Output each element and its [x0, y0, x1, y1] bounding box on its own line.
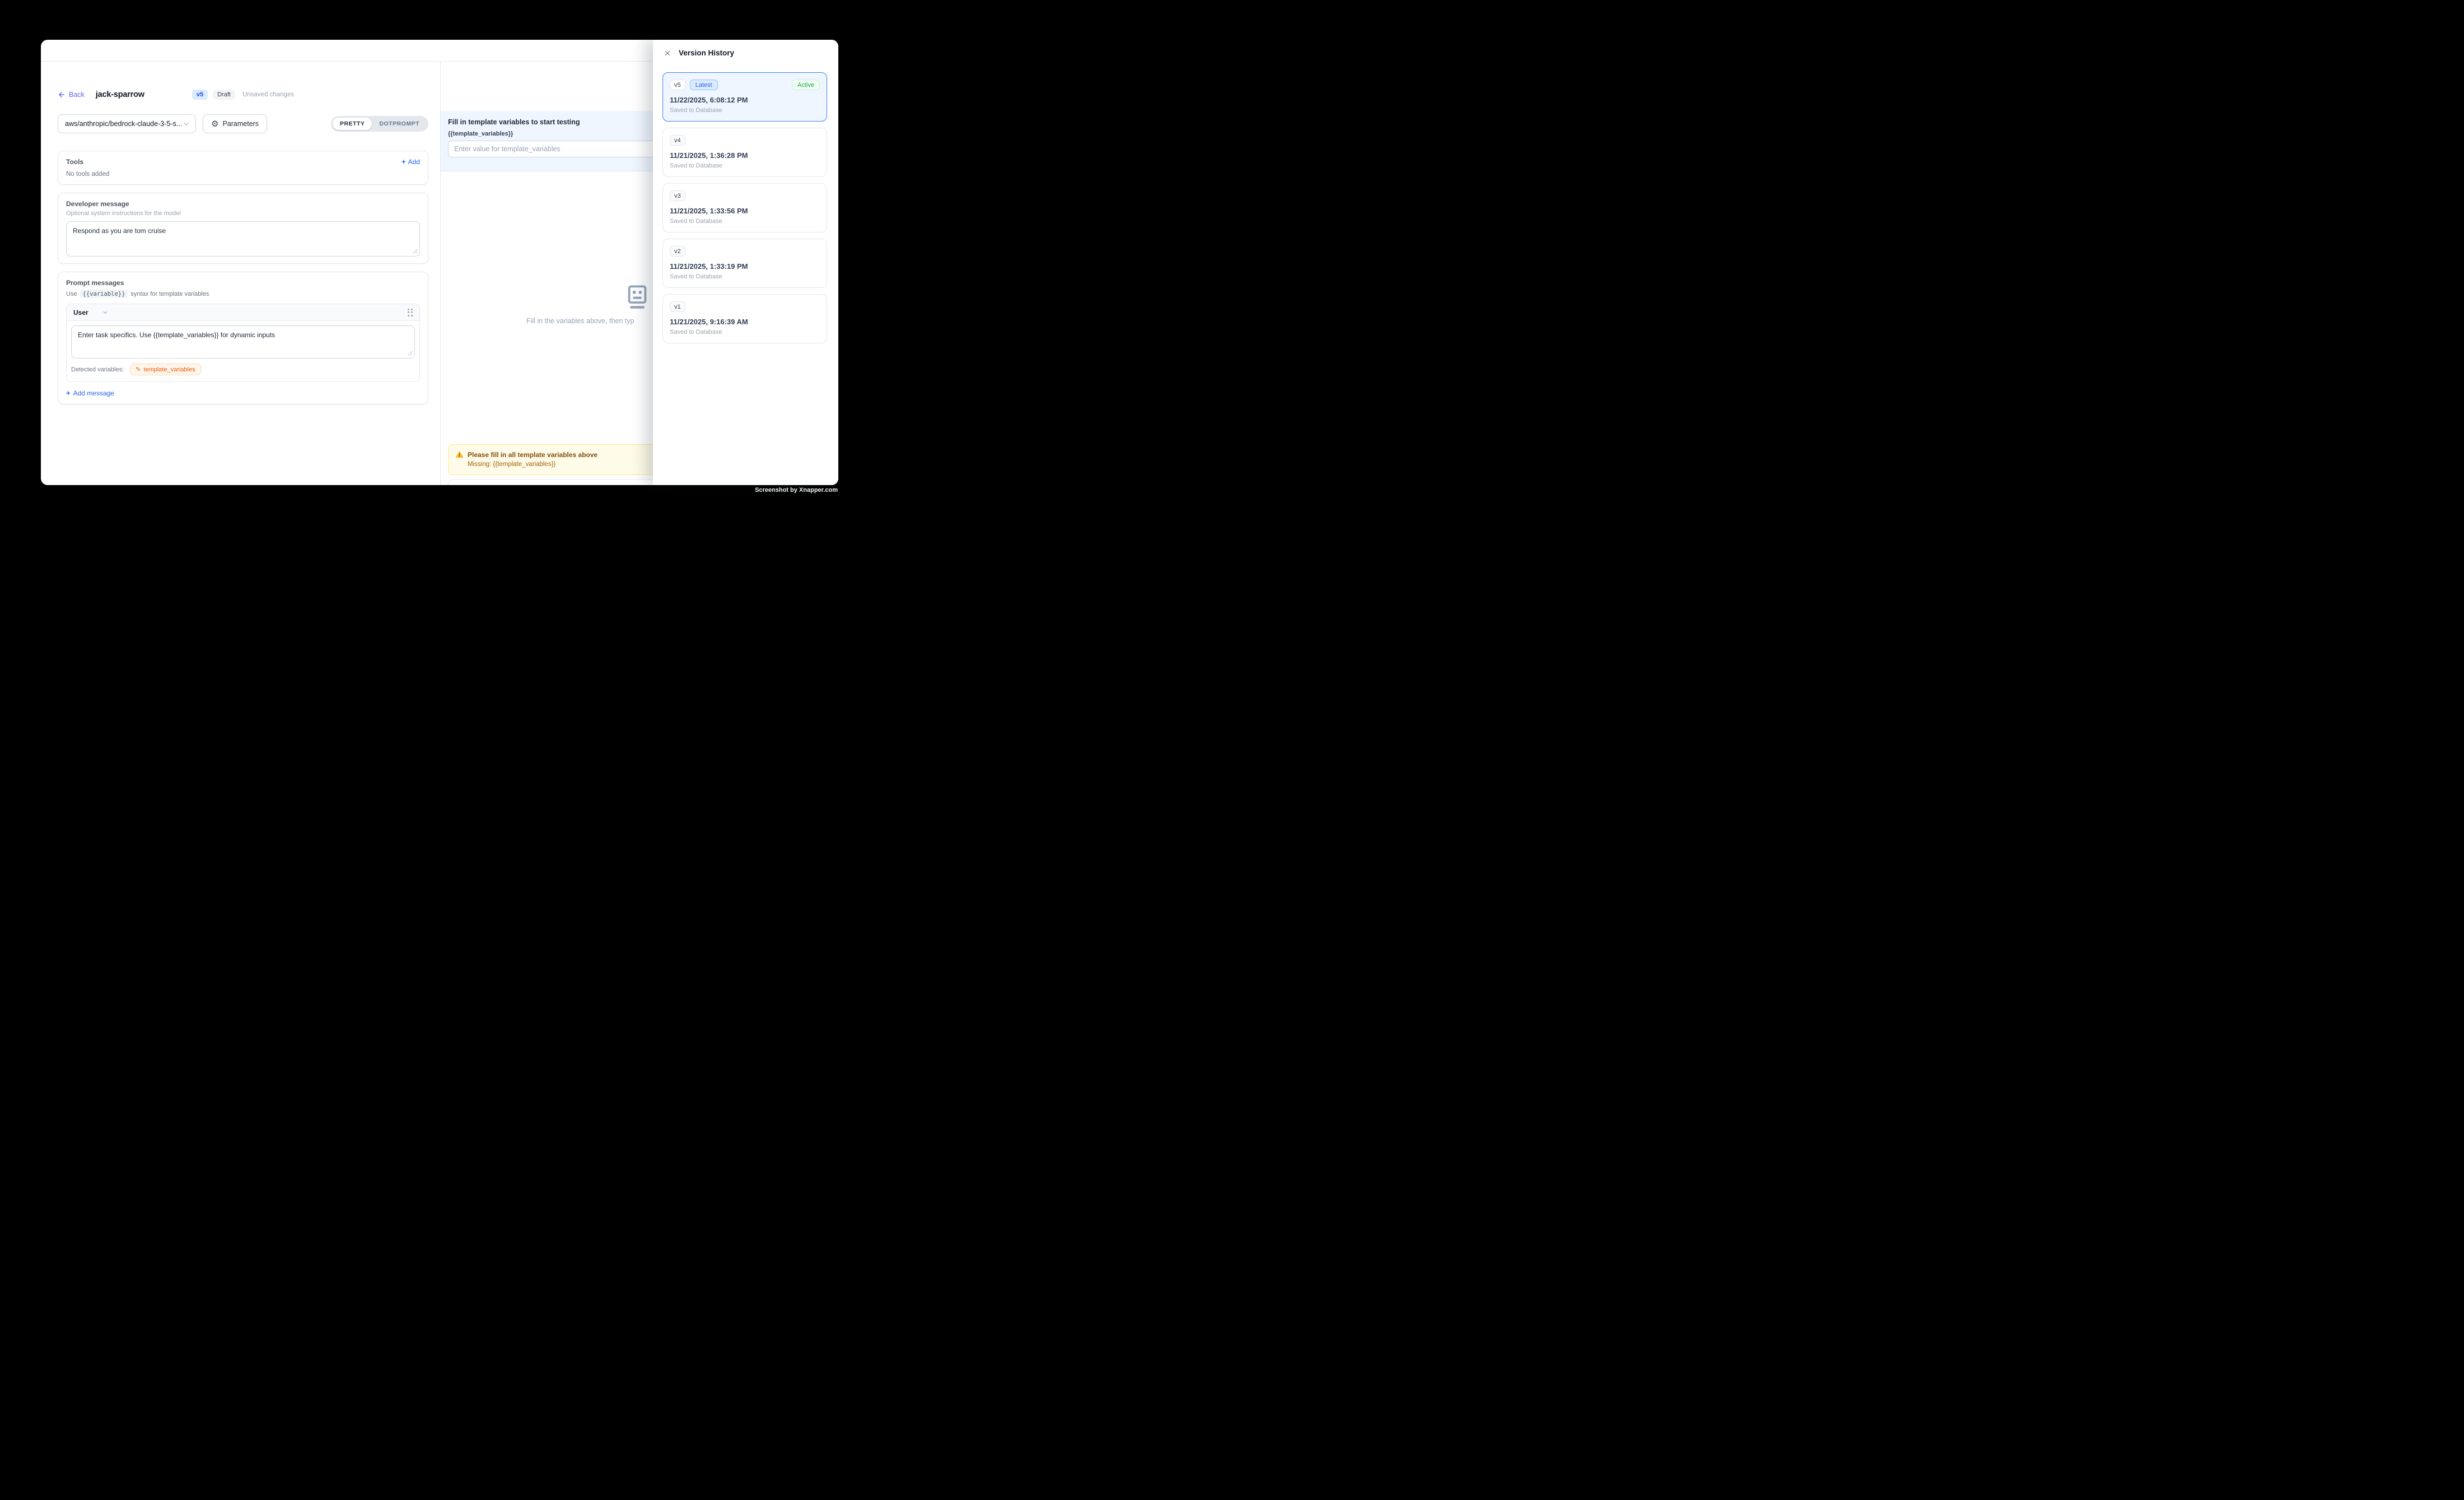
- version-status: Saved to Database: [670, 329, 820, 336]
- developer-message-input[interactable]: Respond as you are tom cruise: [66, 221, 420, 257]
- active-badge: Active: [792, 80, 820, 90]
- version-timestamp: 11/21/2025, 9:16:39 AM: [670, 318, 820, 326]
- version-number-badge: v3: [670, 190, 685, 201]
- detected-variables-label: Detected variables:: [71, 366, 124, 373]
- developer-message-label: Developer message: [66, 200, 420, 208]
- prompt-messages-card: Prompt messages Use {{variable}} syntax …: [58, 272, 428, 404]
- version-number-badge: v2: [670, 246, 685, 257]
- draft-badge: Draft: [213, 90, 235, 100]
- add-tool-button[interactable]: Add: [402, 158, 420, 166]
- tools-card: Tools Add No tools added: [58, 151, 428, 185]
- format-toggle: PRETTY DOTPROMPT: [331, 116, 428, 132]
- version-card-badges: v4: [670, 135, 820, 146]
- version-timestamp: 11/21/2025, 1:33:19 PM: [670, 262, 820, 271]
- arrow-left-icon: [58, 91, 66, 99]
- version-card-badges: v5 Latest Active: [670, 80, 820, 90]
- version-status: Saved to Database: [670, 273, 820, 280]
- tools-card-head: Tools Add: [66, 158, 420, 166]
- drag-handle[interactable]: [408, 309, 413, 316]
- version-status: Saved to Database: [670, 107, 820, 114]
- tools-empty-text: No tools added: [66, 171, 420, 178]
- variable-chip-label: template_variables: [143, 366, 195, 373]
- editor-toolbar: aws/anthropic/bedrock-claude-3-5-s... Pa…: [58, 114, 428, 133]
- message-block: User Enter task specifics. Use {{templat…: [66, 304, 420, 382]
- close-icon: [664, 49, 671, 57]
- add-message-label: Add message: [73, 389, 114, 397]
- version-number-badge: v1: [670, 301, 685, 312]
- version-number-badge: v5: [670, 80, 685, 90]
- latest-badge: Latest: [690, 80, 718, 90]
- version-card-v4[interactable]: v4 11/21/2025, 1:36:28 PM Saved to Datab…: [662, 128, 827, 177]
- versions-list: v5 Latest Active 11/22/2025, 6:08:12 PM …: [662, 72, 827, 343]
- variable-syntax-chip: {{variable}}: [80, 290, 128, 298]
- close-drawer-button[interactable]: [664, 49, 671, 57]
- version-card-badges: v1: [670, 301, 820, 312]
- empty-state-text: Fill in the variables above, then typ: [526, 317, 634, 325]
- version-history-drawer: Version History v5 Latest Active 11/22/2…: [653, 40, 838, 485]
- plus-icon: [402, 158, 406, 166]
- message-input[interactable]: Enter task specifics. Use {{template_var…: [71, 325, 415, 358]
- resize-handle-icon[interactable]: [413, 249, 418, 254]
- version-card-v2[interactable]: v2 11/21/2025, 1:33:19 PM Saved to Datab…: [662, 239, 827, 288]
- resize-handle-icon[interactable]: [408, 351, 413, 356]
- version-number-badge: v4: [670, 135, 685, 146]
- prompt-editor-panel: Back jack-sparrow v5 Draft Unsaved chang…: [41, 62, 441, 485]
- developer-message-subtitle: Optional system instructions for the mod…: [66, 210, 420, 217]
- watermark: Screenshot by Xnapper.com: [755, 487, 838, 493]
- back-label: Back: [69, 91, 85, 99]
- version-card-v1[interactable]: v1 11/21/2025, 9:16:39 AM Saved to Datab…: [662, 294, 827, 343]
- version-card-v5[interactable]: v5 Latest Active 11/22/2025, 6:08:12 PM …: [662, 72, 827, 122]
- developer-message-card: Developer message Optional system instru…: [58, 193, 428, 264]
- add-message-button[interactable]: Add message: [66, 389, 420, 397]
- message-header: User: [67, 304, 419, 321]
- drawer-title: Version History: [679, 49, 734, 57]
- chevron-down-icon: [183, 120, 190, 128]
- model-select[interactable]: aws/anthropic/bedrock-claude-3-5-s...: [58, 114, 196, 133]
- page-title: jack-sparrow: [96, 90, 144, 99]
- detected-variables-row: Detected variables: template_variables: [67, 358, 419, 381]
- version-card-badges: v2: [670, 246, 820, 257]
- message-input-wrap: Enter task specifics. Use {{template_var…: [71, 325, 415, 358]
- parameters-label: Parameters: [222, 120, 259, 128]
- tab-pretty[interactable]: PRETTY: [333, 118, 372, 130]
- tab-dotprompt[interactable]: DOTPROMPT: [372, 118, 427, 130]
- editor-header: Back jack-sparrow v5 Draft Unsaved chang…: [58, 90, 428, 100]
- version-card-v3[interactable]: v3 11/21/2025, 1:33:56 PM Saved to Datab…: [662, 183, 827, 232]
- unsaved-changes-label: Unsaved changes: [242, 91, 294, 98]
- prompt-messages-subtitle: Use {{variable}} syntax for template var…: [66, 290, 420, 298]
- message-body: Enter task specifics. Use {{template_var…: [67, 321, 419, 358]
- model-select-value: aws/anthropic/bedrock-claude-3-5-s...: [65, 120, 182, 128]
- plus-icon: [66, 389, 71, 397]
- parameters-button[interactable]: Parameters: [203, 114, 267, 133]
- role-select-value: User: [73, 309, 88, 316]
- gear-icon: [211, 120, 218, 128]
- role-select[interactable]: User: [73, 309, 109, 316]
- warning-icon: [455, 450, 464, 459]
- subtitle-suffix: syntax for template variables: [130, 291, 209, 297]
- version-timestamp: 11/22/2025, 6:08:12 PM: [670, 96, 820, 104]
- chevron-down-icon: [102, 309, 109, 316]
- version-timestamp: 11/21/2025, 1:36:28 PM: [670, 151, 820, 160]
- version-status: Saved to Database: [670, 162, 820, 169]
- version-timestamp: 11/21/2025, 1:33:56 PM: [670, 207, 820, 215]
- tools-label: Tools: [66, 158, 83, 166]
- version-status: Saved to Database: [670, 218, 820, 225]
- developer-message-wrap: Respond as you are tom cruise: [66, 221, 420, 257]
- robot-icon: [624, 285, 650, 310]
- header-badges: v5 Draft Unsaved changes: [192, 90, 294, 100]
- version-card-badges: v3: [670, 190, 820, 201]
- warning-title: Please fill in all template variables ab…: [468, 451, 598, 459]
- subtitle-prefix: Use: [66, 291, 77, 297]
- prompt-messages-label: Prompt messages: [66, 279, 420, 287]
- drawer-header: Version History: [653, 40, 838, 57]
- add-tool-label: Add: [408, 158, 420, 166]
- version-badge: v5: [192, 90, 208, 100]
- back-button[interactable]: Back: [58, 91, 85, 99]
- pencil-icon: [136, 366, 141, 373]
- variable-chip[interactable]: template_variables: [130, 364, 201, 375]
